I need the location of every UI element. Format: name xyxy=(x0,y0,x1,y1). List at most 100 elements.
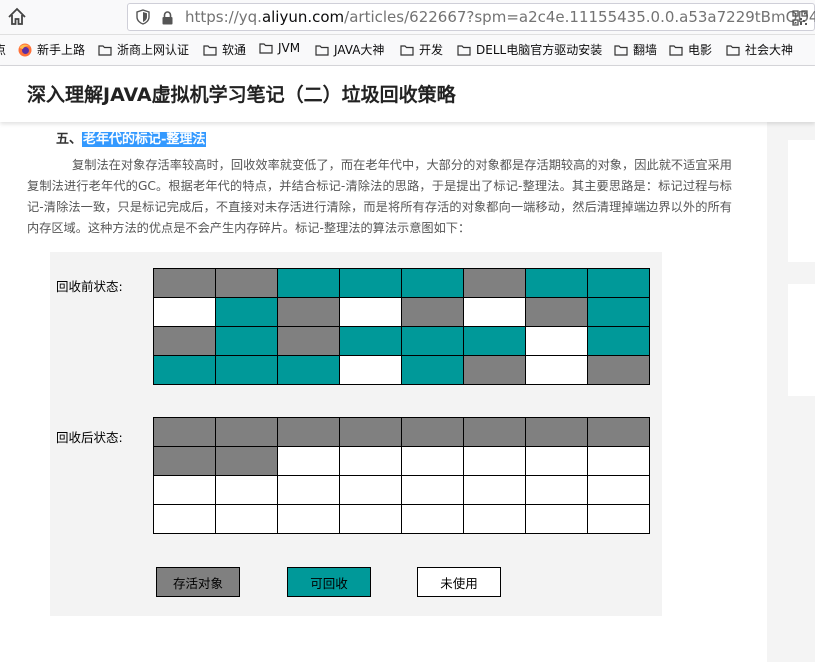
memory-cell-free xyxy=(525,326,588,356)
memory-cell-free xyxy=(153,504,216,534)
memory-row xyxy=(153,355,650,385)
qr-code-icon[interactable] xyxy=(792,10,808,26)
folder-icon xyxy=(203,44,217,56)
memory-cell-reclaim xyxy=(153,355,216,385)
memory-cell-free xyxy=(339,475,402,505)
memory-cell-live xyxy=(401,297,464,327)
memory-cell-free xyxy=(339,355,402,385)
memory-row xyxy=(153,475,650,505)
folder-icon xyxy=(614,44,628,56)
memory-cell-free xyxy=(463,504,526,534)
memory-cell-reclaim xyxy=(525,268,588,298)
bookmark-folder-6[interactable]: DELL电脑官方驱动安装 xyxy=(457,41,602,58)
bookmark-folder-3[interactable]: JVM xyxy=(259,41,300,55)
memory-cell-free xyxy=(525,355,588,385)
bookmarks-toolbar: 点 新手上路 浙商上网认证 软通 JVM JAVA大神 开发 DELL电脑官方驱… xyxy=(0,35,815,66)
bookmark-folder-8[interactable]: 电影 xyxy=(669,41,712,58)
memory-cell-live xyxy=(153,417,216,447)
browser-toolbar: https://yq.aliyun.com/articles/622667?sp… xyxy=(0,0,815,35)
bookmark-folder-9[interactable]: 社会大神 xyxy=(726,41,793,58)
before-state-label: 回收前状态: xyxy=(56,279,123,294)
home-icon[interactable] xyxy=(6,6,30,28)
memory-cell-live xyxy=(587,355,650,385)
memory-cell-free xyxy=(401,504,464,534)
folder-icon xyxy=(98,44,112,56)
memory-cell-free xyxy=(277,475,340,505)
memory-cell-live xyxy=(215,417,278,447)
memory-cell-live xyxy=(525,417,588,447)
bookmark-folder-4[interactable]: JAVA大神 xyxy=(315,41,384,58)
bookmark-folder-5[interactable]: 开发 xyxy=(400,41,443,58)
memory-cell-reclaim xyxy=(339,268,402,298)
memory-cell-reclaim xyxy=(339,326,402,356)
memory-cell-free xyxy=(587,446,650,476)
memory-row xyxy=(153,417,650,447)
folder-icon xyxy=(259,43,273,54)
article-header: 深入理解JAVA虚拟机学习笔记（二）垃圾回收策略 xyxy=(0,66,815,122)
section-heading: 五、老年代的标记-整理法 xyxy=(56,128,207,147)
memory-cell-reclaim xyxy=(401,326,464,356)
memory-cell-free xyxy=(277,446,340,476)
memory-cell-free xyxy=(153,475,216,505)
memory-cell-live xyxy=(277,326,340,356)
folder-icon xyxy=(669,44,683,56)
memory-row xyxy=(153,326,650,356)
memory-cell-live xyxy=(401,417,464,447)
article-paragraph: 复制法在对象存活率较高时，回收效率就变低了，而在老年代中，大部分的对象都是存活期… xyxy=(27,158,732,235)
memory-cell-free xyxy=(401,475,464,505)
memory-cell-free xyxy=(587,504,650,534)
memory-cell-free xyxy=(215,504,278,534)
bookmark-newbie[interactable]: 新手上路 xyxy=(18,41,85,58)
memory-cell-free xyxy=(525,475,588,505)
tracking-shield-icon[interactable] xyxy=(136,9,150,25)
folder-icon xyxy=(457,44,471,56)
memory-row xyxy=(153,297,650,327)
legend-reclaimable: 可回收 xyxy=(287,567,371,597)
memory-cell-reclaim xyxy=(215,297,278,327)
bookmark-folder-7[interactable]: 翻墙 xyxy=(614,41,657,58)
sidebar-card xyxy=(788,140,815,262)
page-title: 深入理解JAVA虚拟机学习笔记（二）垃圾回收策略 xyxy=(27,84,456,106)
bookmark-folder-2[interactable]: 软通 xyxy=(203,41,246,58)
memory-cell-reclaim xyxy=(587,268,650,298)
memory-cell-live xyxy=(587,417,650,447)
memory-cell-live xyxy=(525,297,588,327)
lock-icon[interactable] xyxy=(161,10,174,25)
memory-cell-free xyxy=(587,475,650,505)
memory-cell-free xyxy=(339,297,402,327)
legend-live-object: 存活对象 xyxy=(156,567,240,597)
memory-row xyxy=(153,446,650,476)
memory-cell-reclaim xyxy=(401,355,464,385)
folder-icon xyxy=(726,44,740,56)
memory-cell-reclaim xyxy=(401,268,464,298)
memory-cell-live xyxy=(215,268,278,298)
memory-cell-reclaim xyxy=(463,326,526,356)
sidebar-card xyxy=(788,284,815,396)
firefox-icon xyxy=(18,43,32,56)
after-memory-grid xyxy=(153,417,650,534)
memory-cell-free xyxy=(339,504,402,534)
memory-cell-live xyxy=(277,417,340,447)
memory-cell-live xyxy=(339,417,402,447)
memory-cell-free xyxy=(525,446,588,476)
memory-cell-reclaim xyxy=(587,326,650,356)
memory-row xyxy=(153,268,650,298)
section-number: 五、 xyxy=(56,132,83,147)
memory-cell-live xyxy=(463,355,526,385)
memory-cell-reclaim xyxy=(215,326,278,356)
memory-cell-live xyxy=(215,446,278,476)
memory-cell-reclaim xyxy=(587,297,650,327)
bookmark-folder-1[interactable]: 浙商上网认证 xyxy=(98,41,189,58)
legend-unused: 未使用 xyxy=(417,567,501,597)
memory-row xyxy=(153,504,650,534)
url-text: https://yq.aliyun.com/articles/622667?sp… xyxy=(185,8,815,26)
bookmark-stub[interactable]: 点 xyxy=(0,41,6,58)
memory-cell-live xyxy=(153,268,216,298)
memory-cell-free xyxy=(401,446,464,476)
memory-cell-live xyxy=(277,297,340,327)
address-bar[interactable]: https://yq.aliyun.com/articles/622667?sp… xyxy=(127,3,815,31)
memory-cell-free xyxy=(153,297,216,327)
memory-cell-reclaim xyxy=(277,268,340,298)
memory-cell-live xyxy=(463,417,526,447)
memory-cell-reclaim xyxy=(215,355,278,385)
